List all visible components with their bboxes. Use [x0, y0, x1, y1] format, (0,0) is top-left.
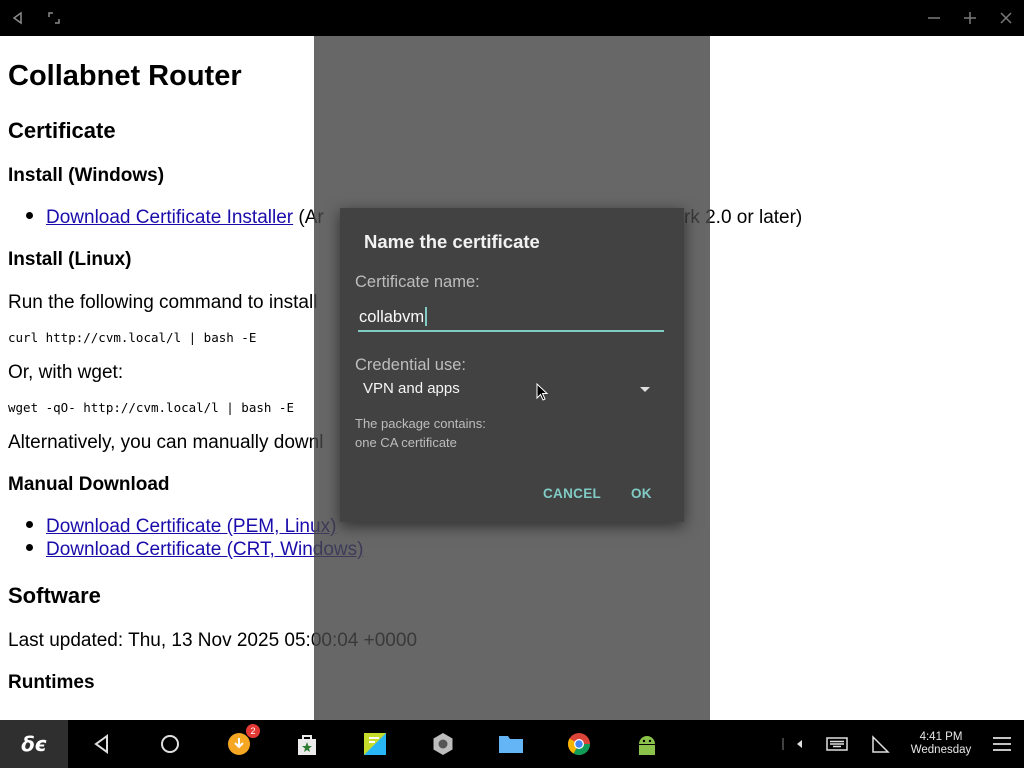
notification-badge: 2	[246, 724, 260, 738]
settings-gear-icon[interactable]	[431, 732, 455, 756]
taskbar: δє 2 4:41 PM Wednesday	[0, 720, 1024, 768]
close-icon[interactable]	[996, 8, 1016, 28]
list-item: Download Certificate (CRT, Windows)	[26, 539, 363, 561]
shopping-bag-icon[interactable]	[295, 732, 319, 756]
ok-button[interactable]: OK	[631, 486, 652, 501]
pem-download-link[interactable]: Download Certificate (PEM, Linux)	[46, 516, 336, 537]
mouse-cursor-icon	[536, 382, 550, 403]
software-heading: Software	[8, 583, 101, 608]
name-certificate-dialog: Name the certificate Certificate name: c…	[340, 208, 684, 522]
start-button[interactable]: δє	[0, 720, 68, 768]
minimize-icon[interactable]	[924, 8, 944, 28]
credential-use-label: Credential use:	[355, 356, 466, 374]
certificate-name-value: collabvm	[359, 308, 425, 326]
nav-home-icon[interactable]	[158, 732, 182, 756]
package-info-line: one CA certificate	[355, 435, 457, 450]
manual-download-heading: Manual Download	[8, 474, 170, 495]
install-windows-heading: Install (Windows)	[8, 165, 165, 186]
resize-icon[interactable]	[44, 8, 64, 28]
windows-installer-link[interactable]: Download Certificate Installer	[46, 207, 293, 228]
window-titlebar	[0, 0, 1024, 36]
wget-intro: Or, with wget:	[8, 362, 124, 383]
tray-expand-icon[interactable]	[780, 732, 810, 756]
alternatively-text: Alternatively, you can manually downl	[8, 432, 324, 453]
clock[interactable]: 4:41 PM Wednesday	[906, 731, 976, 757]
install-linux-heading: Install (Linux)	[8, 249, 132, 270]
clock-time: 4:41 PM	[919, 731, 963, 743]
dropdown-arrow-icon[interactable]	[640, 387, 650, 392]
package-info-line: The package contains:	[355, 416, 486, 431]
page-title: Collabnet Router	[8, 60, 242, 92]
list-item: Download Certificate Installer (Ar	[26, 207, 324, 229]
text-caret	[425, 307, 427, 327]
linux-run-text: Run the following command to install	[8, 292, 318, 313]
signal-icon[interactable]	[869, 732, 893, 756]
list-item: Download Certificate (PEM, Linux)	[26, 516, 336, 538]
certificate-name-label: Certificate name:	[355, 273, 480, 291]
files-folder-icon[interactable]	[498, 732, 523, 756]
bullet	[26, 544, 33, 552]
curl-command: curl http://cvm.local/l | bash -E	[8, 330, 257, 345]
bullet	[26, 521, 33, 529]
bullet	[26, 212, 33, 220]
dialog-title: Name the certificate	[364, 231, 540, 252]
chrome-browser-icon[interactable]	[567, 732, 591, 756]
package-info: The package contains: one CA certificate	[355, 414, 486, 452]
wget-command: wget -qO- http://cvm.local/l | bash -E	[8, 400, 294, 415]
certificate-name-input[interactable]: collabvm	[358, 305, 664, 332]
clock-day: Wednesday	[910, 744, 972, 756]
back-icon[interactable]	[8, 8, 28, 28]
maximize-icon[interactable]	[960, 8, 980, 28]
credential-use-select[interactable]: VPN and apps	[363, 380, 460, 397]
cancel-button[interactable]: CANCEL	[543, 486, 601, 501]
nav-back-icon[interactable]	[90, 732, 114, 756]
certificate-heading: Certificate	[8, 118, 116, 143]
keyboard-icon[interactable]	[825, 732, 849, 756]
android-app-icon[interactable]	[635, 732, 659, 756]
menu-icon[interactable]	[990, 732, 1014, 756]
runtimes-heading: Runtimes	[8, 672, 95, 693]
notes-app-icon[interactable]	[363, 732, 387, 756]
